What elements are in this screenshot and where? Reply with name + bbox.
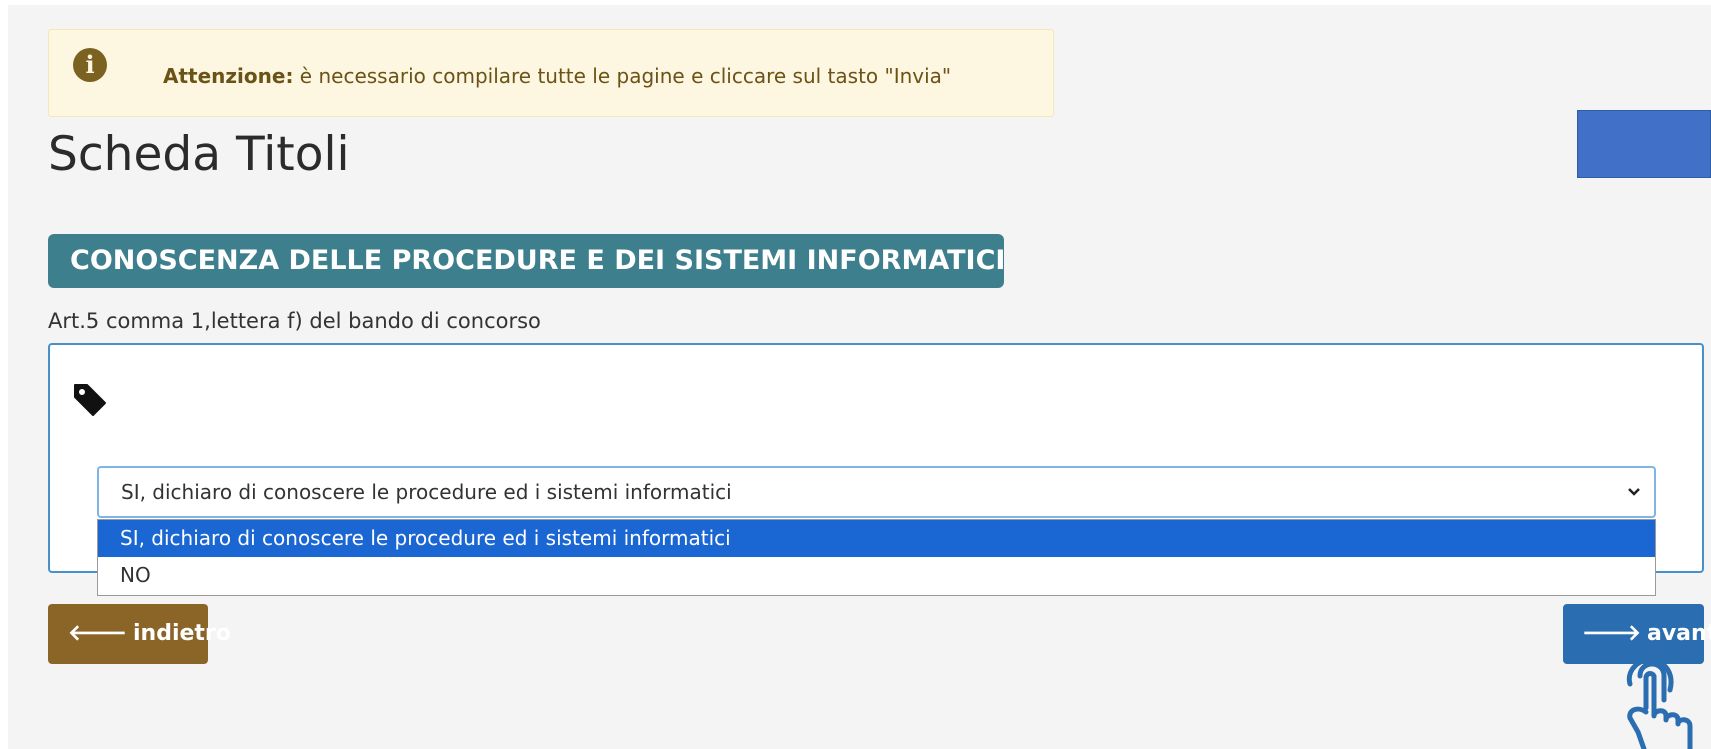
back-button-label: indietro [133,621,231,646]
info-circle-icon: i [73,48,107,82]
back-button[interactable]: 🡐 indietro [48,604,231,664]
next-button-label: avanti [1647,621,1711,646]
select-dropdown-list: SI, dichiaro di conoscere le procedure e… [97,519,1656,596]
alert-strong: Attenzione: [163,64,294,88]
arrow-right-icon: 🡒 [1582,621,1641,646]
chevron-down-icon [1628,488,1640,496]
tag-icon [74,384,106,416]
page-title: Scheda Titoli [48,127,350,182]
arrow-left-icon: 🡐 [68,621,127,646]
select-option-si[interactable]: SI, dichiaro di conoscere le procedure e… [98,520,1655,557]
alert-message: Attenzione: è necessario compilare tutte… [163,64,951,88]
alert-body: è necessario compilare tutte le pagine e… [293,64,952,88]
section-title: CONOSCENZA DELLE PROCEDURE E DEI SISTEMI… [48,234,1005,288]
select-option-no[interactable]: NO [98,557,1655,594]
hand-pointer-icon [1626,660,1693,749]
blue-overlay-rectangle [1577,110,1711,178]
answer-select[interactable]: SI, dichiaro di conoscere le procedure e… [97,466,1656,518]
next-button[interactable]: 🡒avanti [1563,604,1711,664]
section-subtitle: Art.5 comma 1,lettera f) del bando di co… [48,309,541,333]
warning-alert: i Attenzione: è necessario compilare tut… [48,29,1054,117]
select-value: SI, dichiaro di conoscere le procedure e… [121,480,732,504]
